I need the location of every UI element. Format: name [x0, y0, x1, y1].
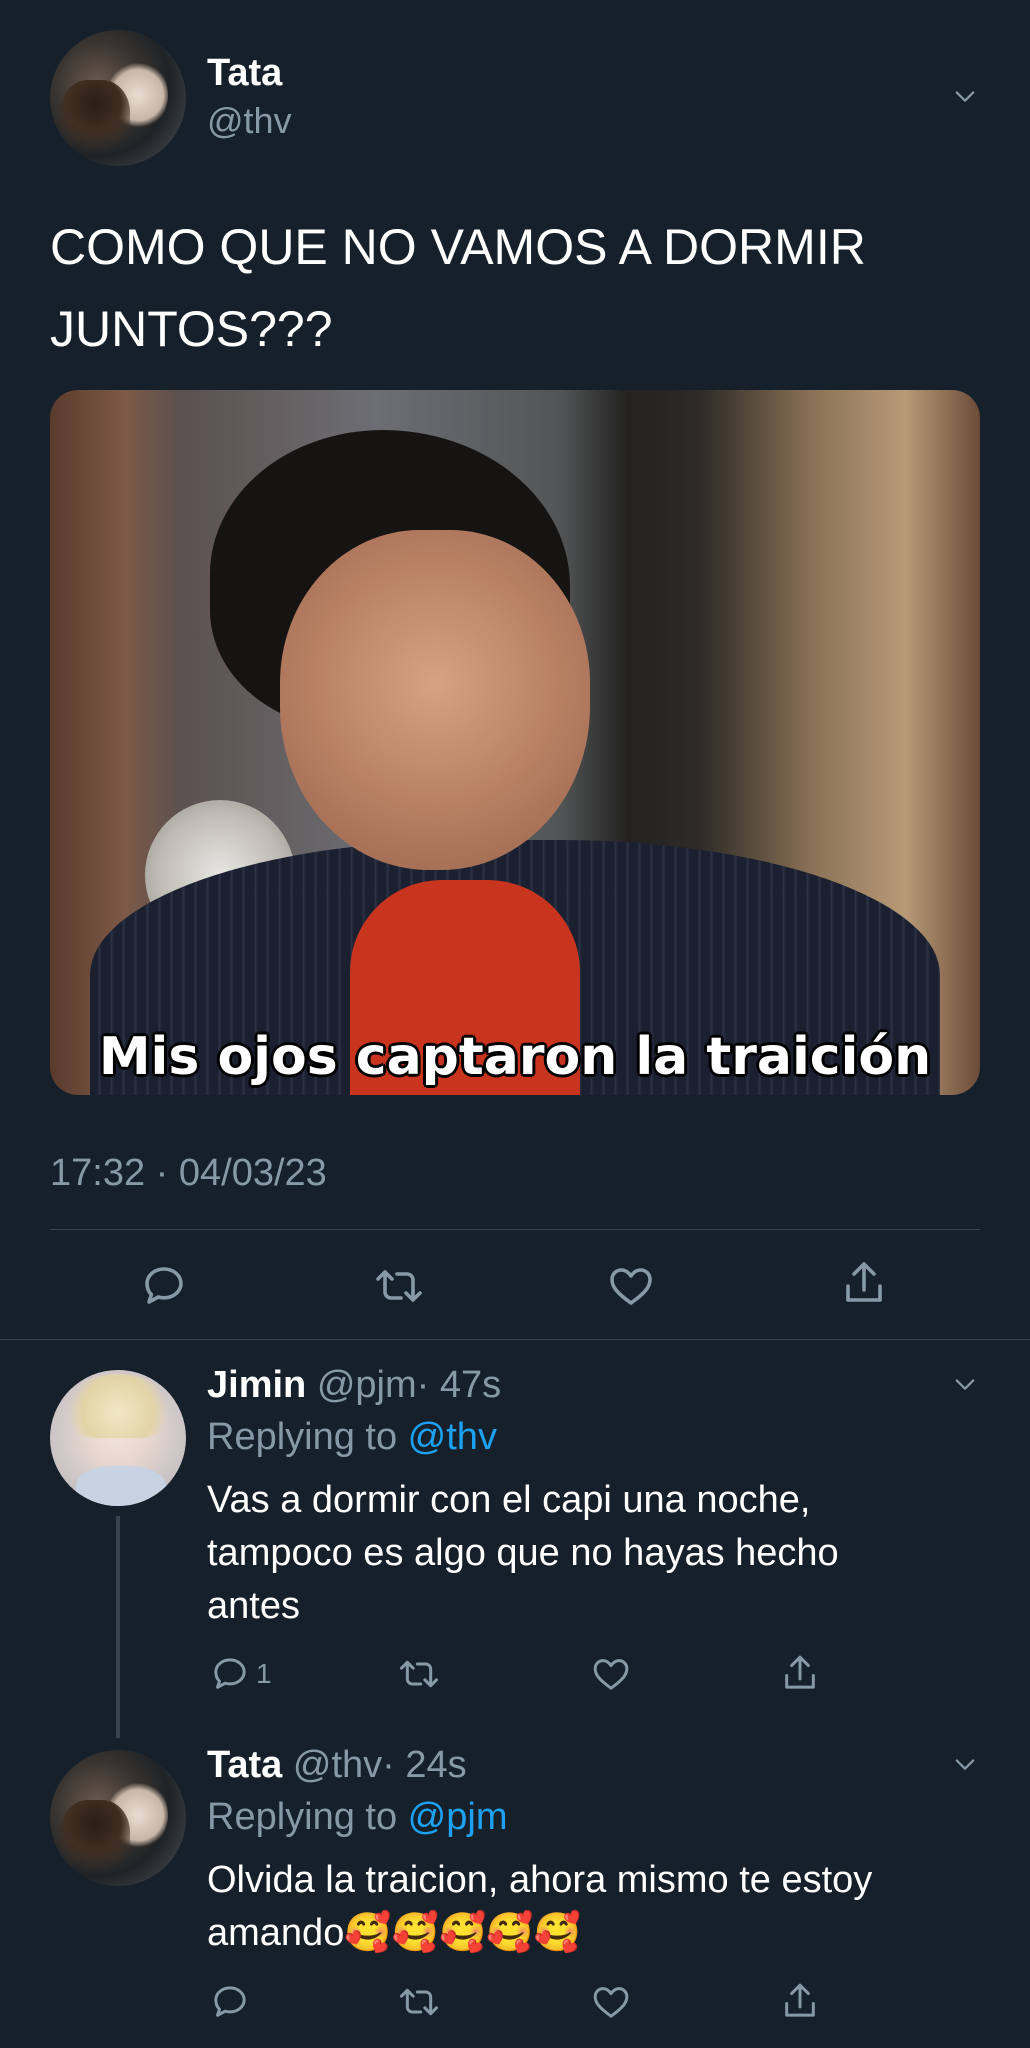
author-handle[interactable]: @thv [207, 100, 292, 142]
heart-icon [593, 1987, 629, 2018]
face-shape [280, 530, 590, 870]
tweet-text: COMO QUE NO VAMOS A DORMIR JUNTOS??? [50, 219, 866, 357]
reply-text: Vas a dormir con el capi una noche, tamp… [207, 1479, 839, 1627]
heart-icon [593, 1659, 629, 1690]
chevron-down-icon[interactable] [954, 1754, 976, 1776]
reply-author-handle[interactable]: @thv [293, 1744, 382, 1786]
reply-icon [145, 1267, 183, 1304]
reply-text: Olvida la traicion, ahora mismo te estoy… [207, 1859, 873, 1954]
reply-icon [214, 1986, 246, 2017]
retweet-icon [400, 1988, 438, 2016]
replying-to-line: Replying to @thv [207, 1416, 497, 1459]
like-button[interactable] [590, 1654, 632, 1694]
reply-header: Jimin @pjm· 47s [207, 1364, 501, 1407]
retweet-button[interactable] [397, 1982, 441, 2022]
share-button[interactable] [840, 1258, 888, 1308]
author-name[interactable]: Tata [207, 52, 282, 95]
reply-author-name[interactable]: Tata [207, 1744, 282, 1786]
reply-count: 1 [256, 1658, 272, 1689]
chevron-down-icon[interactable] [954, 1374, 976, 1396]
full-divider [0, 1339, 1030, 1340]
share-icon [785, 1655, 815, 1689]
reply-button[interactable] [140, 1262, 188, 1310]
retweet-icon [376, 1270, 422, 1302]
share-icon [846, 1262, 882, 1302]
retweet-icon [400, 1660, 438, 1688]
divider [50, 1229, 980, 1230]
reply-time: · 47s [416, 1364, 502, 1406]
author-avatar[interactable] [50, 30, 186, 166]
like-button[interactable] [606, 1262, 656, 1310]
replying-to-line: Replying to @pjm [207, 1796, 507, 1839]
replying-to-link[interactable]: @pjm [408, 1796, 508, 1838]
replying-to-prefix: Replying to [207, 1416, 408, 1458]
tweet-media-image[interactable]: Mis ojos captaron la traición [50, 390, 980, 1095]
reply-author-handle[interactable]: @pjm [317, 1364, 417, 1406]
heart-icon [610, 1268, 652, 1305]
share-icon [785, 1983, 815, 2017]
retweet-button[interactable] [373, 1262, 425, 1310]
replying-to-prefix: Replying to [207, 1796, 408, 1838]
reply-button[interactable] [210, 1982, 250, 2022]
tweet-timestamp[interactable]: 17:32 · 04/03/23 [50, 1152, 327, 1195]
reply-icon [214, 1658, 246, 1689]
reply-author-name[interactable]: Jimin [207, 1364, 306, 1406]
media-caption: Mis ojos captaron la traición [98, 1027, 932, 1087]
replying-to-link[interactable]: @thv [408, 1416, 497, 1458]
reply-avatar[interactable] [50, 1370, 186, 1506]
reply-avatar[interactable] [50, 1750, 186, 1886]
retweet-button[interactable] [397, 1654, 441, 1694]
thread-line [116, 1516, 120, 1738]
reply-header: Tata @thv· 24s [207, 1744, 467, 1787]
reply-button[interactable]: 1 [210, 1654, 272, 1694]
share-button[interactable] [780, 1980, 820, 2022]
like-button[interactable] [590, 1982, 632, 2022]
chevron-down-icon[interactable] [954, 86, 976, 108]
share-button[interactable] [780, 1652, 820, 1694]
reply-time: · 24s [382, 1744, 467, 1786]
